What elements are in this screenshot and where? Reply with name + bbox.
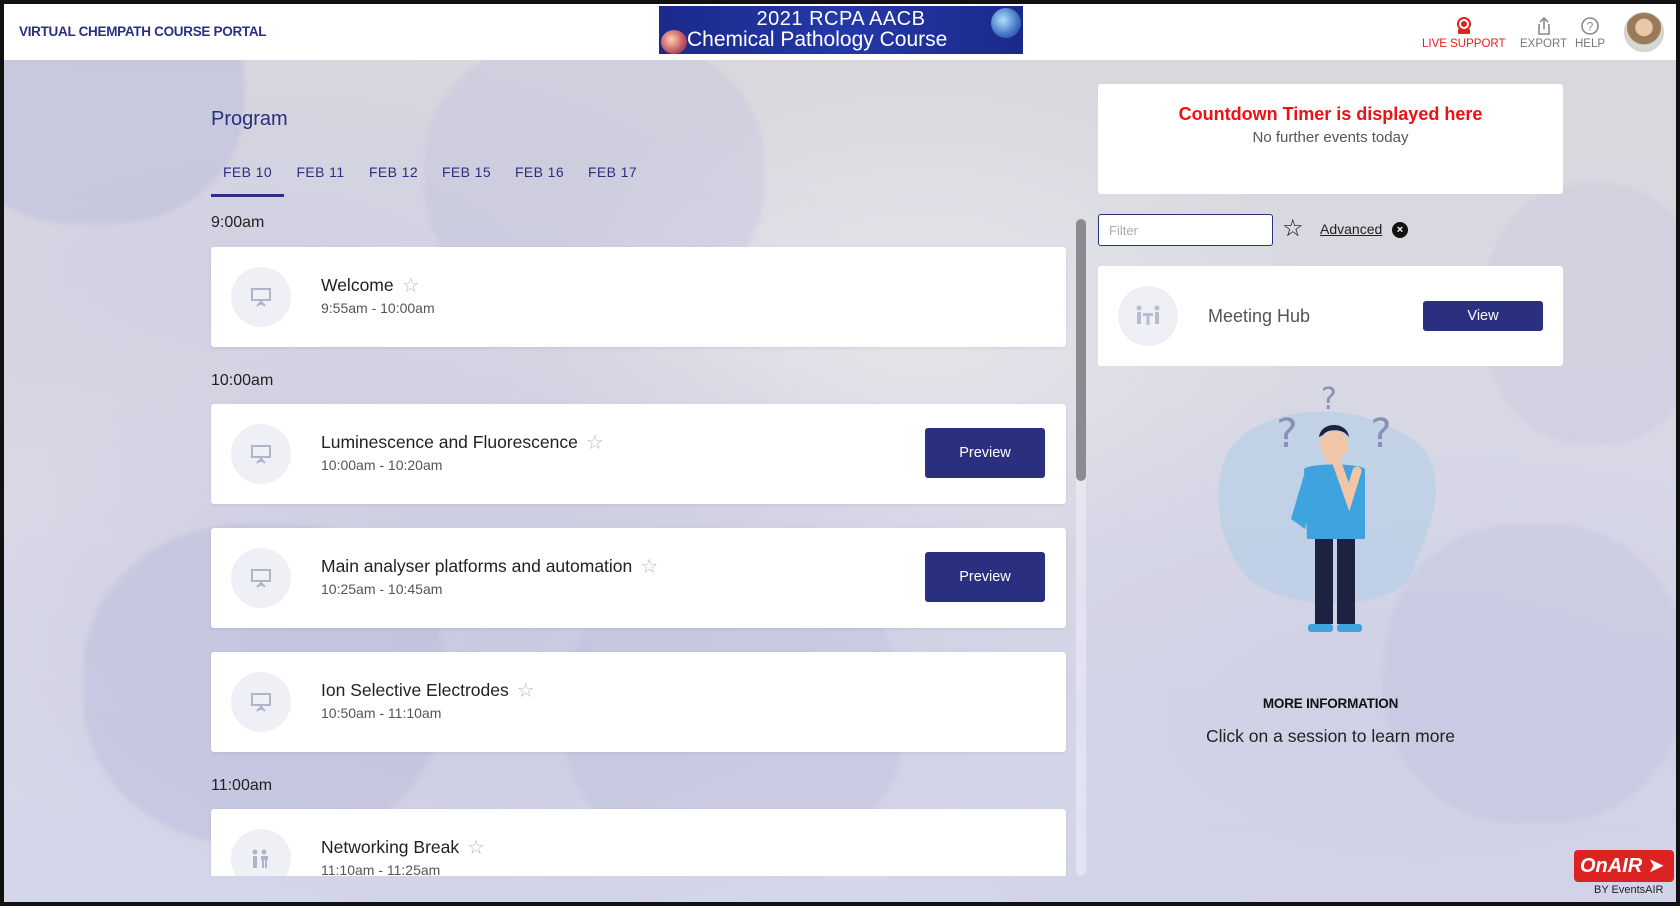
- scrollbar-thumb[interactable]: [1076, 219, 1086, 481]
- app-window: VIRTUAL CHEMPATH COURSE PORTAL 2021 RCPA…: [0, 0, 1680, 906]
- svg-text:?: ?: [1587, 20, 1594, 34]
- onair-logo-badge: OnAIR ➤: [1574, 850, 1674, 882]
- help-button[interactable]: ? HELP: [1575, 16, 1605, 50]
- time-group-label: 9:00am: [211, 214, 265, 231]
- live-support-button[interactable]: LIVE SUPPORT: [1422, 16, 1506, 50]
- svg-text:?: ?: [1276, 411, 1297, 457]
- session-icon-circle: [231, 672, 291, 732]
- preview-button[interactable]: Preview: [925, 552, 1045, 602]
- help-icon: ?: [1575, 16, 1605, 36]
- countdown-panel: Countdown Timer is displayed here No fur…: [1098, 84, 1563, 194]
- session-title: Welcome: [321, 275, 394, 295]
- presentation-icon: [251, 445, 271, 464]
- filter-input[interactable]: [1098, 214, 1273, 246]
- meeting-hub-icon-circle: [1118, 286, 1178, 346]
- live-support-icon: [1422, 16, 1506, 36]
- session-times: 10:50am - 11:10am: [321, 705, 442, 721]
- session-times: 10:00am - 10:20am: [321, 457, 443, 473]
- session-times: 9:55am - 10:00am: [321, 300, 435, 316]
- favorite-star-icon[interactable]: ☆: [586, 430, 604, 455]
- people-icon: [252, 849, 268, 868]
- favorite-star-icon[interactable]: ☆: [517, 678, 535, 703]
- session-card[interactable]: Ion Selective Electrodes ☆ 10:50am - 11:10…: [211, 652, 1066, 752]
- user-avatar[interactable]: [1624, 12, 1664, 52]
- presentation-icon: [251, 693, 271, 712]
- more-info-heading: MORE INFORMATION: [1262, 696, 1399, 711]
- favorite-star-icon[interactable]: ☆: [402, 273, 420, 298]
- session-title: Ion Selective Electrodes: [321, 680, 509, 700]
- session-title-row: Welcome ☆: [321, 273, 420, 298]
- time-group-label: 11:00am: [211, 777, 273, 794]
- help-label: HELP: [1575, 38, 1606, 50]
- session-icon-circle: [231, 267, 291, 327]
- meeting-icon: [1136, 305, 1160, 325]
- meeting-hub-card[interactable]: Meeting Hub View: [1098, 266, 1563, 366]
- preview-button[interactable]: Preview: [925, 428, 1045, 478]
- session-times: 10:25am - 10:45am: [321, 581, 443, 597]
- session-title: Luminescence and Fluorescence: [321, 432, 578, 452]
- meeting-hub-title: Meeting Hub: [1208, 306, 1311, 326]
- countdown-title: Countdown Timer is displayed here: [1178, 104, 1483, 124]
- session-list[interactable]: 9:00am 10:00am 11:00am Welcome ☆ 9:55am - …: [4, 4, 1094, 876]
- svg-text:?: ?: [1370, 411, 1391, 457]
- advanced-filter-link[interactable]: Advanced: [1320, 221, 1382, 237]
- session-card[interactable]: Main analyser platforms and automation ☆ 1…: [211, 528, 1066, 628]
- favorite-star-icon[interactable]: ☆: [640, 554, 658, 579]
- share-icon: [1520, 16, 1567, 36]
- thinking-person-illustration: ? ? ?: [1209, 379, 1449, 669]
- session-icon-circle: [231, 548, 291, 608]
- export-button[interactable]: EXPORT: [1520, 16, 1567, 50]
- session-times: 11:10am - 11:25am: [321, 862, 441, 876]
- session-card[interactable]: Luminescence and Fluorescence ☆ 10:00am - …: [211, 404, 1066, 504]
- more-info-text: Click on a session to learn more: [1206, 726, 1455, 746]
- session-title-row: Networking Break ☆: [321, 835, 485, 860]
- presentation-icon: [251, 569, 271, 588]
- session-card[interactable]: Networking Break ☆ 11:10am - 11:25am: [211, 809, 1066, 876]
- onair-logo[interactable]: OnAIR ➤ BY EventsAIR: [1574, 850, 1674, 902]
- session-icon-circle: [231, 829, 291, 876]
- session-card[interactable]: Welcome ☆ 9:55am - 10:00am: [211, 247, 1066, 347]
- session-title-row: Ion Selective Electrodes ☆: [321, 678, 535, 703]
- session-title: Main analyser platforms and automation: [321, 556, 633, 576]
- time-group-label: 10:00am: [211, 372, 274, 389]
- export-label: EXPORT: [1520, 38, 1568, 50]
- countdown-subtitle: No further events today: [1252, 129, 1409, 146]
- session-title-row: Luminescence and Fluorescence ☆: [321, 430, 604, 455]
- presentation-icon: [251, 288, 271, 307]
- favorites-star-icon[interactable]: ☆: [1282, 214, 1304, 243]
- session-title-row: Main analyser platforms and automation ☆: [321, 554, 658, 579]
- svg-text:?: ?: [1321, 382, 1337, 417]
- session-title: Networking Break: [321, 837, 460, 857]
- session-icon-circle: [231, 424, 291, 484]
- live-support-label: LIVE SUPPORT: [1422, 38, 1506, 50]
- meeting-hub-view-button[interactable]: View: [1423, 301, 1543, 331]
- favorite-star-icon[interactable]: ☆: [467, 835, 485, 860]
- clear-filter-icon[interactable]: ×: [1392, 222, 1408, 238]
- onair-by-text: BY EventsAIR: [1594, 884, 1664, 896]
